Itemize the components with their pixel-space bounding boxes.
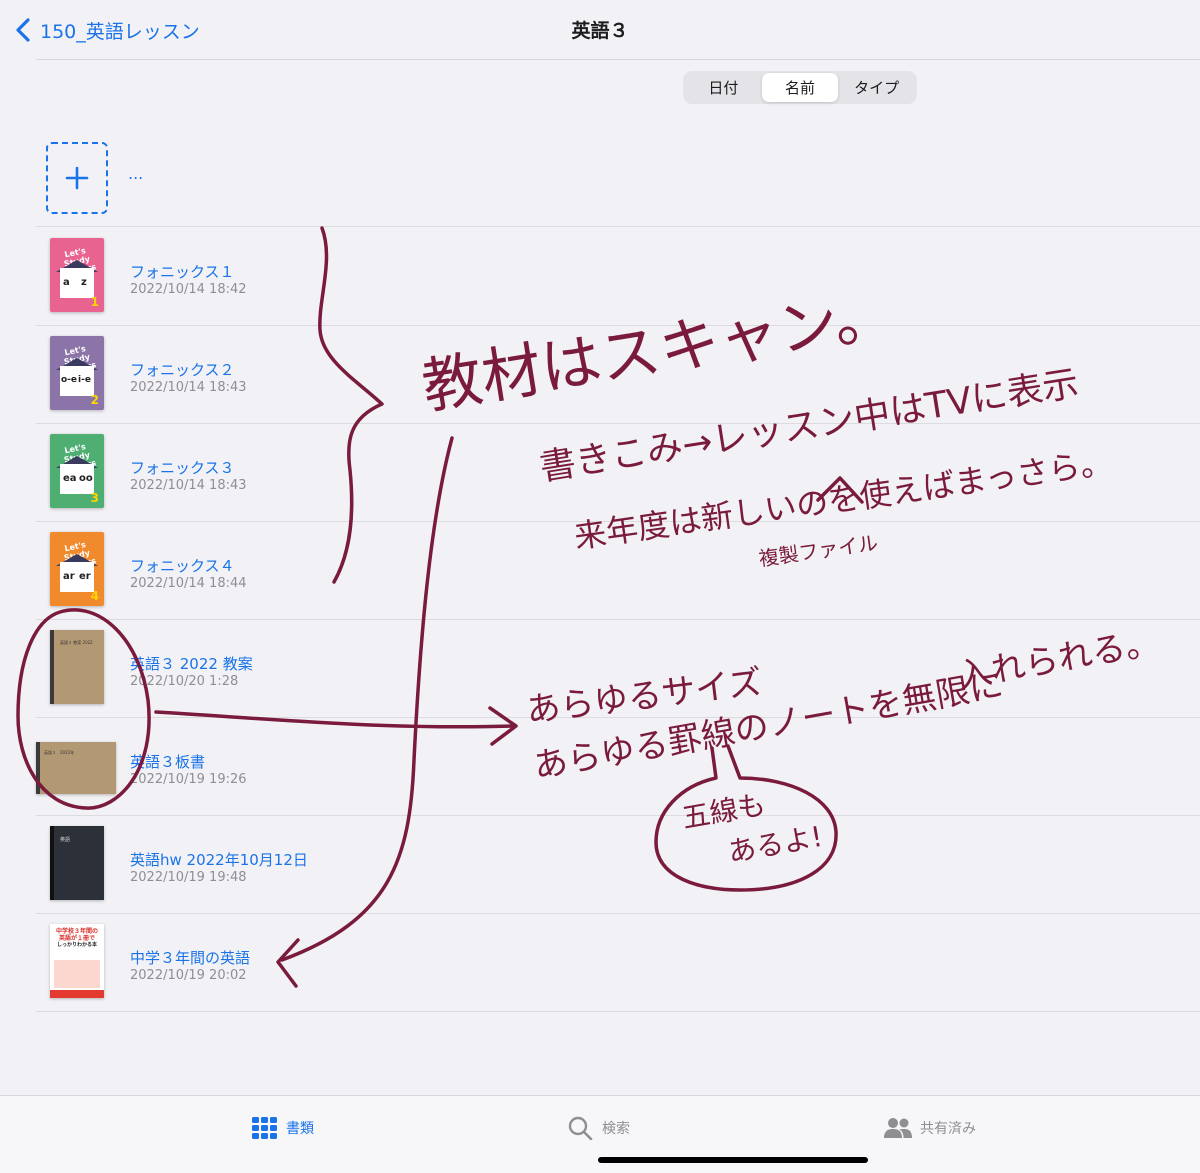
kraft-notebook-thumbnail: 英語３ 教案 2022 (50, 630, 104, 704)
cover-letter: oo (79, 473, 93, 484)
cover-illustration (54, 960, 100, 988)
divider (36, 1011, 1200, 1012)
sort-by-name[interactable]: 名前 (761, 73, 839, 102)
cover-line: 英語が１冊で (58, 935, 95, 942)
document-date: 2022/10/14 18:43 (130, 478, 247, 493)
phonics-cover-thumbnail: Let's Study Phonics ar er 4 (50, 532, 104, 606)
document-title: 中学３年間の英語 (130, 949, 251, 967)
cover-letter: i-e (78, 375, 91, 385)
tab-shared[interactable]: 共有済み (884, 1116, 976, 1140)
cover-label: 英語 (60, 837, 71, 843)
sort-by-date[interactable]: 日付 (685, 73, 762, 102)
cover-label: 英語３ 2022年 (44, 750, 75, 755)
tab-label: 検索 (602, 1121, 630, 1137)
list-item[interactable]: Let's Study Phonics ar er 4 フォニックス４ 2022… (0, 522, 1200, 620)
cover-letter: o-e (61, 375, 78, 385)
cover-label: 英語３ 教案 2022 (60, 640, 93, 645)
cover-number: 4 (90, 589, 99, 603)
tab-label: 書類 (286, 1121, 314, 1137)
grid-icon (252, 1117, 277, 1139)
book-cover-thumbnail: 中学校３年間の 英語が１冊で しっかりわかる本 (50, 924, 104, 998)
navigation-bar: 150_英語レッスン 英語３ (0, 0, 1200, 60)
document-title: 英語３板書 (130, 753, 206, 771)
list-item[interactable]: 中学校３年間の 英語が１冊で しっかりわかる本 中学３年間の英語 2022/10… (0, 914, 1200, 1012)
cover-house: ea oo (60, 464, 94, 494)
list-item[interactable]: Let's Study Phonics ea oo 3 フォニックス３ 2022… (0, 424, 1200, 522)
home-indicator (598, 1157, 868, 1163)
cover-letter: a (63, 277, 70, 288)
document-title: フォニックス４ (130, 557, 235, 575)
document-title: フォニックス２ (130, 361, 235, 379)
tab-label: 共有済み (920, 1121, 976, 1137)
cover-letter: ar (63, 571, 75, 582)
sort-by-type[interactable]: タイプ (838, 73, 915, 102)
cover-line: 中学校３年間の (55, 928, 98, 935)
cover-house: o-e i-e (60, 366, 94, 396)
document-title: 英語hw 2022年10月12日 (130, 851, 308, 869)
document-date: 2022/10/14 18:42 (130, 282, 247, 297)
document-title: フォニックス３ (130, 459, 235, 477)
list-item[interactable]: 英語３ 教案 2022 英語３ 2022 教案 2022/10/20 1:28 (0, 620, 1200, 718)
cover-house: ar er (60, 562, 94, 592)
document-date: 2022/10/20 1:28 (130, 674, 239, 689)
notebook-spine (36, 742, 40, 794)
nav-divider (36, 59, 1200, 60)
cover-number: 1 (90, 295, 99, 309)
document-date: 2022/10/14 18:43 (130, 380, 247, 395)
list-item[interactable]: 英語３ 2022年 英語３板書 2022/10/19 19:26 (0, 718, 1200, 816)
people-icon (884, 1118, 912, 1138)
phonics-cover-thumbnail: Let's Study Phonics ea oo 3 (50, 434, 104, 508)
document-date: 2022/10/19 19:26 (130, 772, 247, 787)
cover-letter: er (79, 571, 91, 582)
cover-letter: z (81, 277, 87, 288)
list-item[interactable]: Let's Study Phonics o-e i-e 2 フォニックス２ 20… (0, 326, 1200, 424)
document-title: フォニックス１ (130, 263, 235, 281)
cover-band (50, 990, 104, 998)
cover-number: 3 (90, 491, 99, 505)
kraft-landscape-thumbnail: 英語３ 2022年 (36, 742, 116, 794)
search-icon (568, 1116, 593, 1140)
list-item[interactable]: Let's Study Phonics a z 1 フォニックス１ 2022/1… (0, 228, 1200, 326)
phonics-cover-thumbnail: Let's Study Phonics o-e i-e 2 (50, 336, 104, 410)
page-title: 英語３ (571, 20, 629, 42)
cover-house: a z (60, 268, 94, 298)
document-title: 英語３ 2022 教案 (130, 655, 253, 673)
cover-number: 2 (90, 393, 99, 407)
new-document-ellipsis[interactable]: ... (128, 164, 143, 183)
list-item[interactable]: 英語 英語hw 2022年10月12日 2022/10/19 19:48 (0, 816, 1200, 914)
dark-notebook-thumbnail: 英語 (50, 826, 104, 900)
new-document-button[interactable] (46, 142, 108, 214)
tab-documents[interactable]: 書類 (252, 1116, 314, 1140)
plus-icon (65, 166, 89, 190)
notebook-spine (50, 826, 54, 900)
notebook-spine (50, 630, 54, 704)
document-date: 2022/10/19 19:48 (130, 870, 247, 885)
tab-search[interactable]: 検索 (568, 1116, 630, 1140)
document-date: 2022/10/19 20:02 (130, 968, 247, 983)
document-date: 2022/10/14 18:44 (130, 576, 247, 591)
divider (36, 226, 1200, 227)
sort-segmented-control: 日付 名前 タイプ (683, 71, 917, 104)
cover-letter: ea (63, 473, 77, 484)
cover-line: しっかりわかる本 (56, 942, 97, 948)
phonics-cover-thumbnail: Let's Study Phonics a z 1 (50, 238, 104, 312)
